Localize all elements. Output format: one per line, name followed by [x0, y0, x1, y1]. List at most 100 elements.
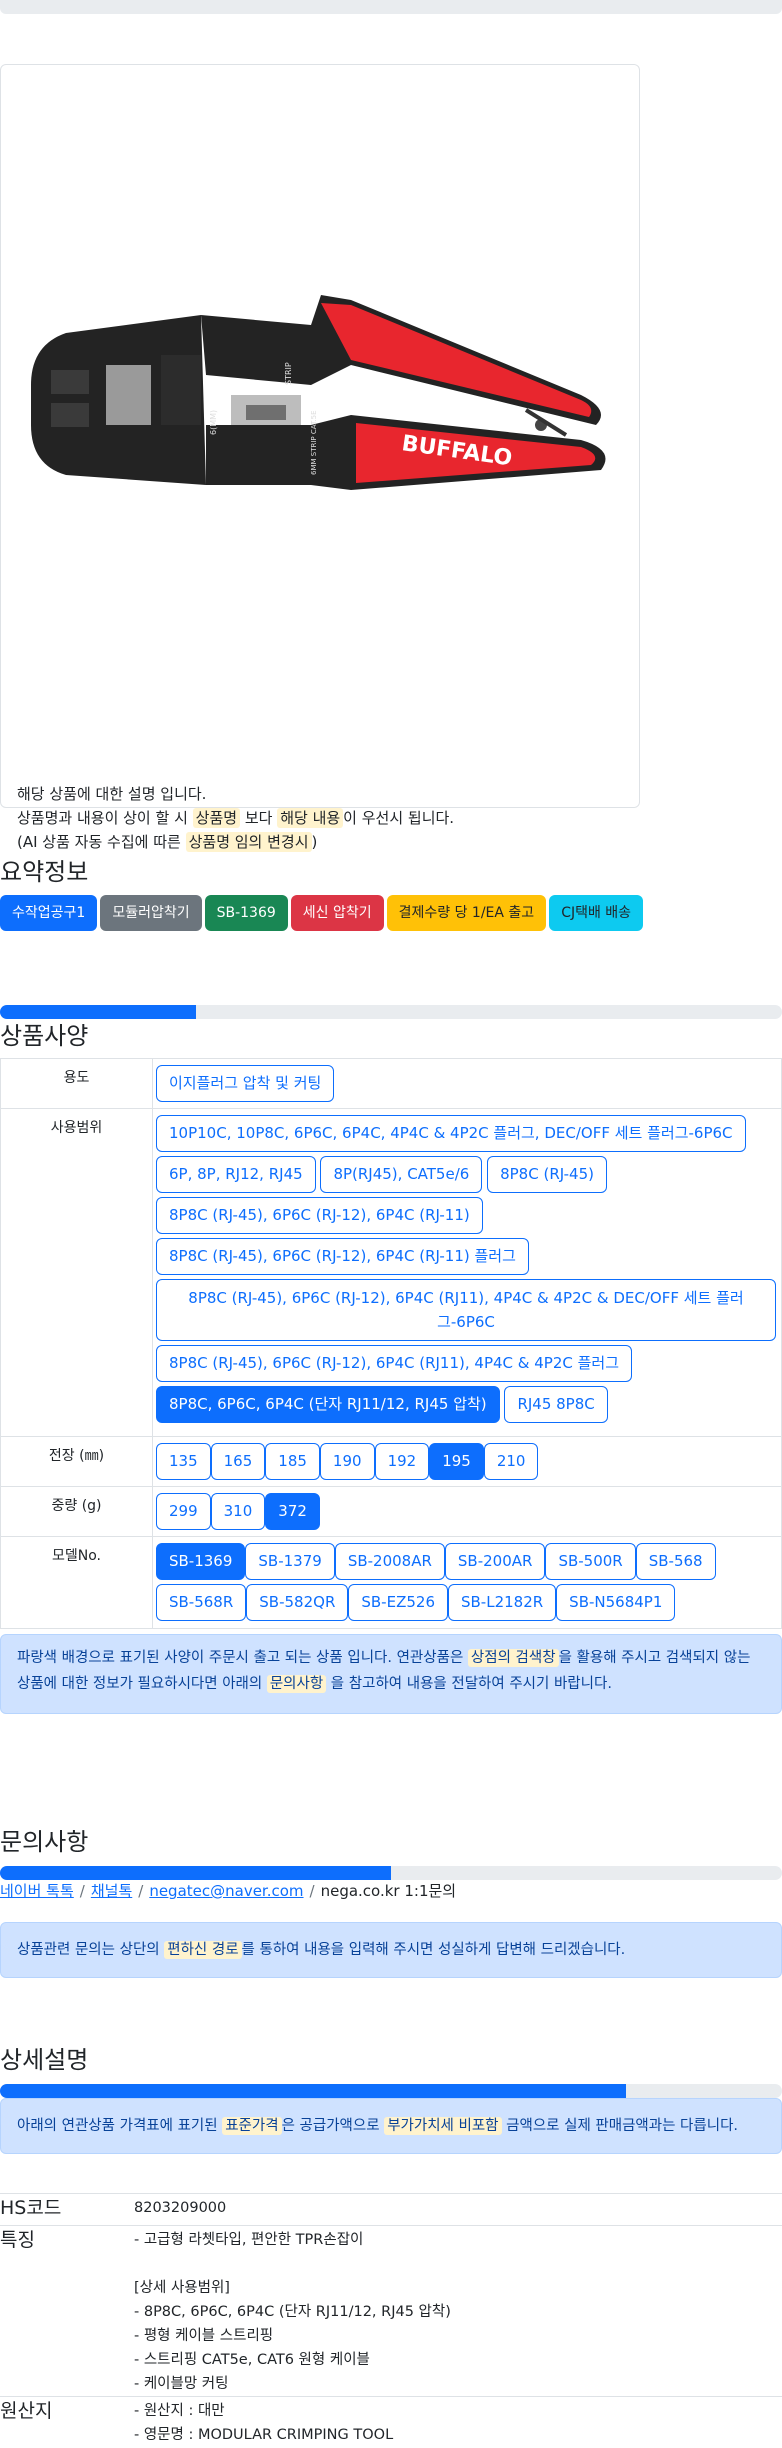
spec-option[interactable]: RJ45 8P8C	[504, 1386, 608, 1423]
detail-value: 8203209000	[134, 2193, 782, 2226]
spec-values: 이지플러그 압착 및 커팅	[152, 1058, 782, 1109]
badge-category[interactable]: 수작업공구1	[0, 895, 98, 931]
note-highlight: 문의사항	[266, 1675, 327, 1693]
spec-label: 중량 (g)	[0, 1486, 153, 1537]
spec-option[interactable]: 310	[210, 1493, 266, 1530]
spec-option[interactable]: SB-2008AR	[334, 1543, 445, 1580]
note-highlight: 표준가격	[222, 2117, 282, 2135]
inquiry-title: 문의사항	[0, 1828, 89, 1856]
spec-option[interactable]: 8P8C (RJ-45), 6P6C (RJ-12), 6P4C (RJ-11)	[156, 1197, 483, 1234]
spec-option[interactable]: SB-568R	[156, 1584, 247, 1621]
badge-type[interactable]: 모듈러압착기	[100, 895, 202, 931]
badge-model[interactable]: SB-1369	[204, 895, 288, 931]
detail-value: - 고급형 라쳇타입, 편안한 TPR손잡이 [상세 사용범위] - 8P8C,…	[134, 2225, 782, 2397]
detail-progress-fill	[0, 2084, 626, 2098]
spec-option[interactable]: 185	[265, 1443, 320, 1480]
link-separator: /	[138, 1882, 144, 1900]
spec-option[interactable]: 190	[319, 1443, 375, 1480]
spec-option[interactable]: SB-EZ526	[348, 1584, 448, 1621]
naver-talktalk-link[interactable]: 네이버 톡톡	[0, 1882, 74, 1900]
tool-cat-label: 6MM STRIP CAT.5E	[310, 410, 318, 475]
note-highlight: 부가가치세 비포함	[384, 2117, 502, 2135]
summary-title: 요약정보	[0, 858, 89, 886]
origin-line: - 영문명 : MODULAR CRIMPING TOOL	[134, 2427, 394, 2443]
spec-title: 상품사양	[0, 1022, 89, 1050]
spec-option[interactable]: SB-582QR	[246, 1584, 349, 1621]
note-text: 은 공급가액으로	[281, 2118, 385, 2134]
spec-row-weight: 중량 (g) 299 310 372	[0, 1486, 782, 1537]
inquiry-note: 상품관련 문의는 상단의 편하신 경로 를 통하여 내용을 입력해 주시면 성실하…	[0, 1922, 782, 1978]
detail-title: 상세설명	[0, 2046, 89, 2074]
spec-row-length: 전장 (㎜) 135 165 185 190 192 195 210	[0, 1436, 782, 1487]
spec-option[interactable]: 299	[156, 1493, 211, 1530]
spec-option[interactable]: 6P, 8P, RJ12, RJ45	[156, 1156, 316, 1193]
note-text: 를 통하여 내용을 입력해 주시면 성실하게 답변해 드리겠습니다.	[241, 1942, 626, 1958]
link-separator: /	[309, 1882, 315, 1900]
spec-option[interactable]: 8P(RJ45), CAT5e/6	[320, 1156, 483, 1193]
spec-option[interactable]: 8P8C (RJ-45)	[487, 1156, 607, 1193]
spec-option[interactable]: 192	[374, 1443, 430, 1480]
spec-note: 파랑색 배경으로 표기된 사양이 주문시 출고 되는 상품 입니다. 연관상품은…	[0, 1634, 782, 1714]
detail-label: 특징	[0, 2225, 134, 2397]
badge-brand[interactable]: 세신 압착기	[290, 895, 384, 931]
spec-values: 10P10C, 10P8C, 6P6C, 6P4C, 4P4C & 4P2C 플…	[152, 1108, 782, 1437]
desc-line-3: (AI 상품 자동 수집에 따른 상품명 임의 변경시)	[17, 830, 454, 854]
spec-option[interactable]: 165	[210, 1443, 266, 1480]
feature-line: [상세 사용범위]	[134, 2280, 230, 2296]
spec-row-range: 사용범위 10P10C, 10P8C, 6P6C, 6P4C, 4P4C & 4…	[0, 1108, 782, 1437]
spec-option-selected[interactable]: 195	[429, 1443, 484, 1480]
detail-value: - 원산지 : 대만 - 영문명 : MODULAR CRIMPING TOOL	[134, 2396, 782, 2447]
feature-spacer	[134, 2252, 782, 2276]
detail-label: 원산지	[0, 2396, 134, 2447]
link-separator: /	[79, 1882, 85, 1900]
spec-option[interactable]: SB-N5684P1	[556, 1584, 676, 1621]
tool-strip-label: STRIP	[284, 362, 293, 385]
note-text: 상품관련 문의는 상단의	[17, 1942, 165, 1958]
spec-option[interactable]: 8P8C (RJ-45), 6P6C (RJ-12), 6P4C (RJ11),…	[156, 1279, 776, 1341]
spec-option[interactable]: 10P10C, 10P8C, 6P6C, 6P4C, 4P4C & 4P2C 플…	[156, 1115, 746, 1152]
detail-row-feature: 특징 - 고급형 라쳇타입, 편안한 TPR손잡이 [상세 사용범위] - 8P…	[0, 2225, 782, 2397]
spec-option[interactable]: SB-1379	[245, 1543, 335, 1580]
note-highlight: 편하신 경로	[164, 1941, 242, 1959]
note-text: 을 참고하여 내용을 전달하여 주시기 바랍니다.	[326, 1676, 612, 1692]
feature-line: - 8P8C, 6P6C, 6P4C (단자 RJ11/12, RJ45 압착)	[134, 2304, 451, 2320]
inquiry-links: 네이버 톡톡 / 채널톡 / negatec@naver.com / nega.co.kr …	[0, 1880, 456, 1901]
spec-label: 모델No.	[0, 1536, 153, 1629]
spec-row-model: 모델No. SB-1369 SB-1379 SB-2008AR SB-200AR SB-…	[0, 1536, 782, 1629]
spec-option[interactable]: SB-568	[635, 1543, 716, 1580]
note-text: 파랑색 배경으로 표기된 사양이 주문시 출고 되는 상품 입니다. 연관상품은	[17, 1650, 468, 1666]
note-text: 금액으로 실제 판매금액과는 다릅니다.	[501, 2118, 739, 2134]
product-image: BUFFALO 6(MM) STRIP 6MM STRIP CAT.5E	[31, 295, 606, 490]
spec-option[interactable]: 8P8C (RJ-45), 6P6C (RJ-12), 6P4C (RJ-11)…	[156, 1238, 529, 1275]
spec-option[interactable]: 210	[483, 1443, 539, 1480]
top-divider-bar	[0, 0, 782, 14]
origin-line: - 원산지 : 대만	[134, 2403, 225, 2419]
inquiry-progress-fill	[0, 1866, 391, 1880]
desc-highlight: 상품명	[192, 808, 241, 828]
spec-option[interactable]: SB-L2182R	[447, 1584, 557, 1621]
desc-highlight: 상품명 임의 변경시	[185, 832, 312, 852]
spec-label: 사용범위	[0, 1108, 153, 1437]
spec-option[interactable]: 이지플러그 압착 및 커팅	[156, 1065, 335, 1102]
desc-text: 이 우선시 됩니다.	[343, 809, 455, 827]
email-link[interactable]: negatec@naver.com	[149, 1882, 303, 1900]
spec-option-selected[interactable]: 372	[265, 1493, 320, 1530]
desc-text: )	[311, 833, 318, 851]
spec-option[interactable]: 8P8C (RJ-45), 6P6C (RJ-12), 6P4C (RJ11),…	[156, 1345, 633, 1382]
spec-option[interactable]: 135	[156, 1443, 211, 1480]
spec-option[interactable]: SB-500R	[545, 1543, 636, 1580]
spec-option-selected[interactable]: 8P8C, 6P6C, 6P4C (단자 RJ11/12, RJ45 압착)	[156, 1386, 500, 1423]
spec-values: 135 165 185 190 192 195 210	[152, 1436, 782, 1487]
feature-line: - 고급형 라쳇타입, 편안한 TPR손잡이	[134, 2232, 364, 2248]
desc-line-2: 상품명과 내용이 상이 할 시 상품명 보다 해당 내용 이 우선시 됩니다.	[17, 806, 454, 830]
detail-table: HS코드 8203209000 특징 - 고급형 라쳇타입, 편안한 TPR손잡…	[0, 2193, 782, 2447]
spec-table: 용도 이지플러그 압착 및 커팅 사용범위 10P10C, 10P8C, 6P6…	[0, 1058, 782, 1629]
tool-size-label: 6(MM)	[209, 410, 218, 435]
channeltalk-link[interactable]: 채널톡	[91, 1882, 132, 1900]
spec-option-selected[interactable]: SB-1369	[156, 1543, 246, 1580]
badge-quantity[interactable]: 결제수량 당 1/EA 출고	[386, 895, 547, 931]
feature-line: - 케이블망 커팅	[134, 2376, 229, 2392]
desc-text: 상품명과 내용이 상이 할 시	[17, 809, 193, 827]
badge-shipping[interactable]: CJ택배 배송	[549, 895, 644, 931]
spec-option[interactable]: SB-200AR	[444, 1543, 546, 1580]
